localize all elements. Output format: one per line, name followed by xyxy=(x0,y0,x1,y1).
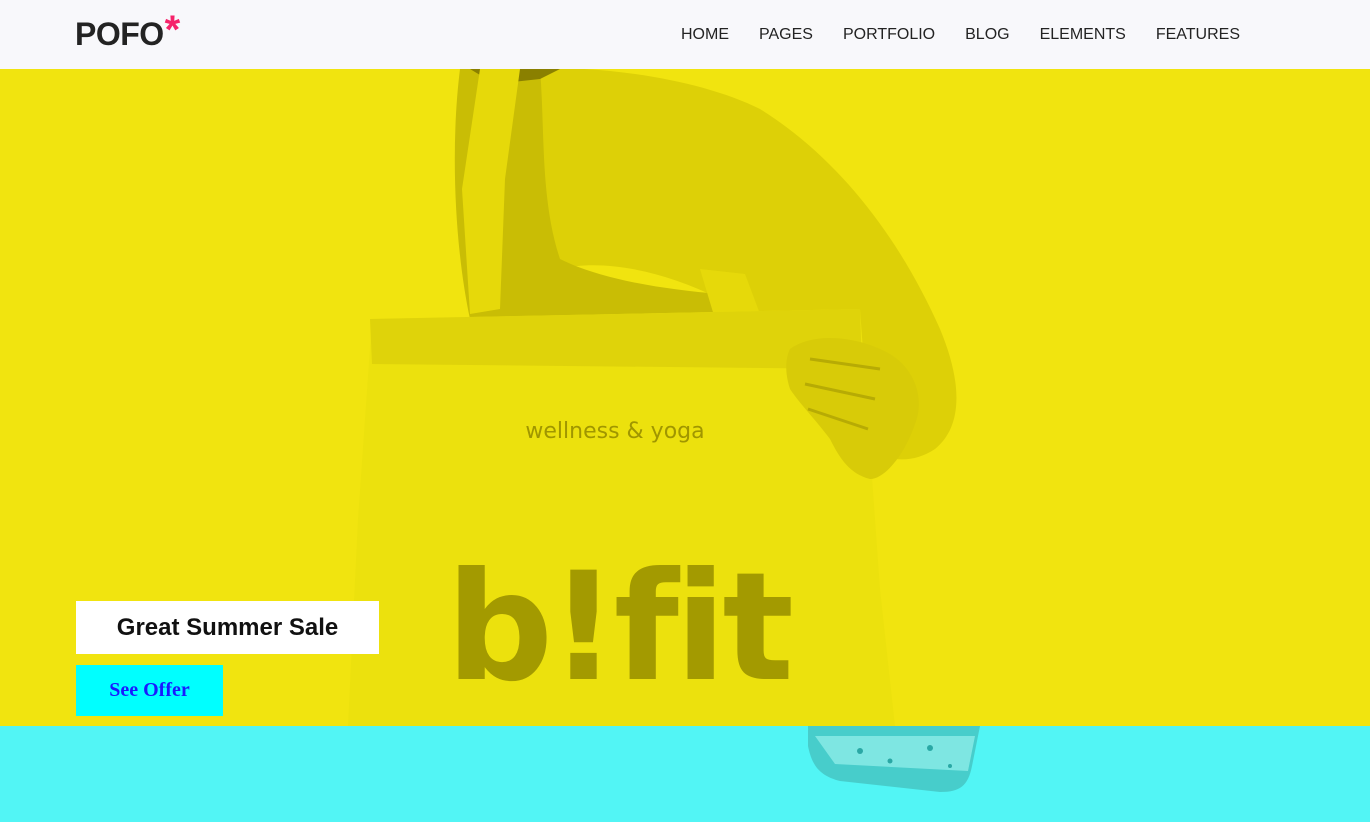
see-offer-button[interactable]: See Offer xyxy=(76,665,223,716)
nav-item-blog[interactable]: BLOG xyxy=(965,26,1009,44)
bag-brand: b!fit xyxy=(446,541,791,715)
page: POFO* HOME PAGES PORTFOLIO BLOG ELEMENTS… xyxy=(0,0,1370,822)
bottle-image xyxy=(808,726,980,792)
nav-item-home[interactable]: HOME xyxy=(681,26,729,44)
main-nav: HOME PAGES PORTFOLIO BLOG ELEMENTS FEATU… xyxy=(651,0,1240,69)
logo-asterisk-icon: * xyxy=(164,8,181,52)
sale-label: Great Summer Sale xyxy=(76,601,379,654)
site-header: POFO* HOME PAGES PORTFOLIO BLOG ELEMENTS… xyxy=(0,0,1370,69)
logo-text: POFO xyxy=(75,16,164,52)
nav-item-portfolio[interactable]: PORTFOLIO xyxy=(843,26,935,44)
nav-item-elements[interactable]: ELEMENTS xyxy=(1040,26,1126,44)
site-logo[interactable]: POFO* xyxy=(75,8,180,56)
nav-item-pages[interactable]: PAGES xyxy=(759,26,813,44)
bottom-band xyxy=(0,726,1370,822)
bag-tagline: wellness & yoga xyxy=(525,419,704,444)
nav-item-features[interactable]: FEATURES xyxy=(1156,26,1240,44)
